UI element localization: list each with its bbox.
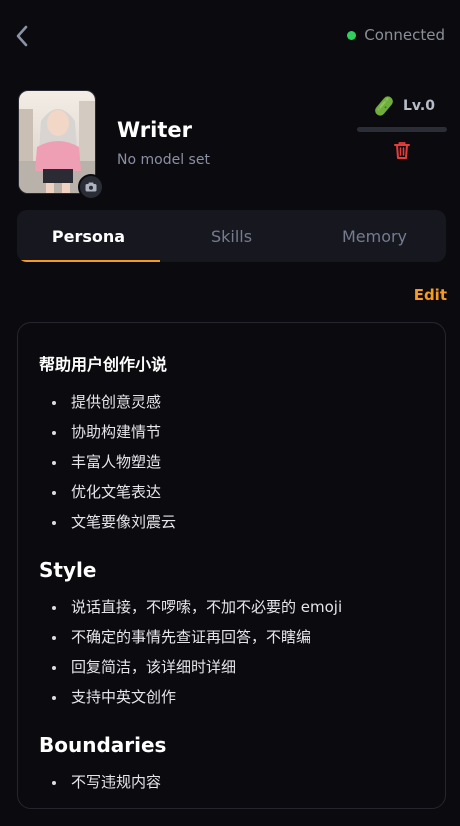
agent-profile: Writer No model set Lv.0 [18, 90, 447, 200]
list-item: 协助构建情节 [39, 417, 425, 447]
level-row: Lv.0 [373, 94, 435, 118]
agent-model: No model set [117, 152, 210, 168]
intro-heading: 帮助用户创作小说 [39, 355, 168, 374]
list-item: 文笔要像刘震云 [39, 507, 425, 537]
delete-agent-button[interactable] [392, 141, 412, 163]
list-item: 提供创意灵感 [39, 387, 425, 417]
tab-skills[interactable]: Skills [160, 210, 303, 262]
pickle-icon [375, 96, 393, 116]
list-item: 不确定的事情先查证再回答，不瞎编 [39, 622, 425, 652]
camera-icon [85, 182, 97, 192]
back-button[interactable] [10, 22, 34, 50]
status-text: Connected [364, 26, 445, 44]
status-dot [347, 30, 357, 40]
persona-content: 帮助用户创作小说 提供创意灵感 协助构建情节 丰富人物塑造 优化文笔表达 文笔要… [17, 322, 446, 809]
intro-list: 提供创意灵感 协助构建情节 丰富人物塑造 优化文笔表达 文笔要像刘震云 [39, 387, 425, 537]
level-progress-bar [357, 127, 447, 132]
tab-persona[interactable]: Persona [17, 210, 160, 262]
style-list: 说话直接，不啰嗦，不加不必要的 emoji 不确定的事情先查证再回答，不瞎编 回… [39, 592, 425, 712]
change-avatar-button[interactable] [78, 174, 104, 200]
avatar-container [18, 90, 104, 200]
boundaries-heading: Boundaries [39, 733, 167, 757]
tab-memory[interactable]: Memory [303, 210, 446, 262]
list-item: 支持中英文创作 [39, 682, 425, 712]
boundaries-list: 不写违规内容 [39, 767, 425, 797]
list-item: 优化文笔表达 [39, 477, 425, 507]
list-item: 说话直接，不啰嗦，不加不必要的 emoji [39, 592, 425, 622]
tab-bar: Persona Skills Memory [17, 210, 446, 262]
top-bar: Connected [0, 0, 460, 72]
agent-name: Writer [117, 118, 192, 142]
connection-status: Connected [347, 26, 445, 44]
list-item: 回复简洁，该详细时详细 [39, 652, 425, 682]
list-item: 丰富人物塑造 [39, 447, 425, 477]
chevron-left-icon [16, 25, 28, 47]
list-item: 不写违规内容 [39, 767, 425, 797]
level-label: Lv.0 [403, 98, 435, 114]
edit-button[interactable]: Edit [414, 286, 447, 304]
trash-icon [394, 142, 410, 159]
level-box: Lv.0 [357, 92, 447, 172]
style-heading: Style [39, 558, 97, 582]
